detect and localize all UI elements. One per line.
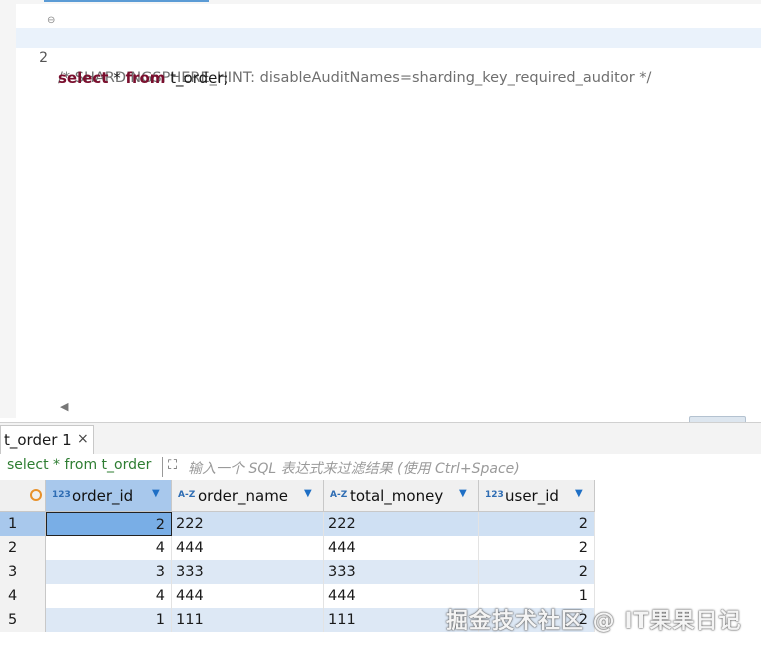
row-header-corner[interactable]: [0, 480, 46, 512]
table-row[interactable]: 2 4 444 444 2: [0, 536, 761, 560]
row-number[interactable]: 3: [0, 560, 46, 584]
cell-total-money[interactable]: 222: [324, 512, 479, 536]
keyword-select: select: [58, 69, 109, 87]
cell-order-id[interactable]: 4: [46, 536, 172, 560]
column-header-user-id[interactable]: 123 user_id ▼: [479, 480, 595, 512]
code-line-2[interactable]: 2 select * from t_order;: [16, 28, 761, 87]
result-tab-label: t_order 1: [4, 431, 72, 449]
sql-editor[interactable]: 1 ⊖ /* SHARDINGSPHERE_HINT: disableAudit…: [0, 0, 761, 424]
cell-order-name[interactable]: 444: [172, 536, 324, 560]
row-number[interactable]: 1: [0, 512, 46, 536]
filter-bar: select * from t_order ⛶ 输入一个 SQL 表达式来过滤结…: [0, 454, 761, 481]
code-table: t_order;: [165, 69, 229, 87]
column-name: order_id: [72, 487, 134, 505]
column-name: order_name: [198, 487, 289, 505]
cell-order-id[interactable]: 3: [46, 560, 172, 584]
cell-order-id[interactable]: 2: [46, 512, 172, 536]
filter-input[interactable]: 输入一个 SQL 表达式来过滤结果 (使用 Ctrl+Space): [188, 458, 520, 478]
cell-order-id[interactable]: 1: [46, 608, 172, 632]
line-number: 2: [39, 50, 48, 66]
sort-dropdown-icon[interactable]: ▼: [575, 488, 583, 499]
numeric-type-icon: 123: [52, 490, 71, 500]
text-type-icon: A-Z: [178, 490, 196, 500]
sort-dropdown-icon[interactable]: ▼: [304, 488, 312, 499]
editor-text-area[interactable]: [16, 4, 761, 396]
scroll-left-icon[interactable]: ◀: [60, 400, 68, 413]
code-statement: select * from t_order;: [58, 68, 229, 88]
row-number[interactable]: 5: [0, 608, 46, 632]
filter-divider: [162, 457, 163, 477]
close-icon[interactable]: ×: [77, 431, 89, 447]
cell-total-money[interactable]: 333: [324, 560, 479, 584]
column-header-total-money[interactable]: A-Z total_money ▼: [324, 480, 479, 512]
numeric-type-icon: 123: [485, 490, 504, 500]
column-header-order-name[interactable]: A-Z order_name ▼: [172, 480, 324, 512]
cell-order-id[interactable]: 4: [46, 584, 172, 608]
filter-query-text[interactable]: select * from t_order: [7, 457, 151, 473]
cell-total-money[interactable]: 444: [324, 536, 479, 560]
row-number[interactable]: 4: [0, 584, 46, 608]
horizontal-scrollbar[interactable]: ◀: [16, 396, 761, 424]
table-row[interactable]: 3 3 333 333 2: [0, 560, 761, 584]
cell-order-name[interactable]: 333: [172, 560, 324, 584]
cell-user-id[interactable]: 2: [479, 560, 595, 584]
watermark: 掘金技术社区 @ IT果果日记: [446, 609, 742, 634]
sort-dropdown-icon[interactable]: ▼: [152, 488, 160, 499]
cell-order-name[interactable]: 222: [172, 512, 324, 536]
text-type-icon: A-Z: [330, 490, 348, 500]
code-line-1[interactable]: 1 ⊖ /* SHARDINGSPHERE_HINT: disableAudit…: [16, 8, 761, 86]
cell-order-name[interactable]: 444: [172, 584, 324, 608]
cell-order-name[interactable]: 111: [172, 608, 324, 632]
code-star: *: [108, 69, 126, 87]
result-tab-bar: t_order 1 ×: [0, 422, 761, 456]
keyword-from: from: [125, 69, 166, 87]
column-name: total_money: [350, 487, 444, 505]
cell-user-id[interactable]: 2: [479, 536, 595, 560]
row-number[interactable]: 2: [0, 536, 46, 560]
expand-icon[interactable]: ⛶: [168, 458, 177, 473]
column-name: user_id: [505, 487, 559, 505]
cell-user-id[interactable]: 2: [479, 512, 595, 536]
sort-dropdown-icon[interactable]: ▼: [459, 488, 467, 499]
record-mode-icon: [30, 489, 42, 501]
column-header-order-id[interactable]: 123 order_id ▼: [46, 480, 172, 512]
tab-result-t-order-1[interactable]: t_order 1 ×: [0, 425, 94, 456]
table-row[interactable]: 1 2 222 222 2: [0, 512, 761, 536]
editor-tab-indicator: [44, 0, 209, 2]
